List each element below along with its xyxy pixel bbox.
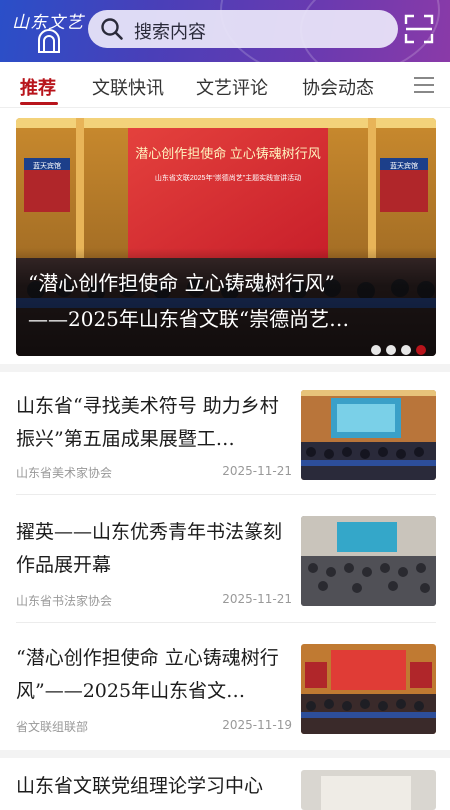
stage-title: 潜心创作担使命 立心铸魂树行风 [135,146,321,161]
news-title: 山东省文联党组理论学习中心 [16,775,264,797]
news-source: 山东省书法家协会 [16,594,113,608]
app-logo[interactable]: 山东文艺 [12,6,84,56]
side-sign-right: 蓝天宾馆 [390,161,418,170]
tab-art-review[interactable]: 文艺评论 [196,74,268,100]
tab-recommend[interactable]: 推荐 [20,74,56,100]
divider [16,622,436,623]
news-date: 2025-11-21 [222,592,292,606]
carousel-dot-active[interactable] [416,345,426,355]
news-item[interactable]: 山东省文联党组理论学习中心 [0,758,450,810]
tab-association-news[interactable]: 协会动态 [302,74,374,100]
news-date: 2025-11-19 [222,718,292,732]
banner-caption-line1: “潜心创作担使命 立心铸魂树行风” [28,271,335,295]
news-thumbnail [301,390,436,480]
app-header: 山东文艺 搜索内容 [0,0,450,62]
search-bar[interactable]: 搜索内容 [88,10,398,48]
tab-federation-news[interactable]: 文联快讯 [92,74,164,100]
news-title: 山东省“寻找美术符号 助力乡村振兴”第五届成果展暨工… [16,395,279,450]
category-tabs: 推荐 文联快讯 文艺评论 协会动态 [0,62,450,108]
news-source: 省文联组联部 [16,720,89,734]
carousel-indicator [366,340,426,355]
news-thumbnail [301,770,436,810]
menu-icon[interactable] [412,74,436,96]
news-thumbnail [301,644,436,734]
news-title: “潜心创作担使命 立心铸魂树行风”——2025年山东省文… [16,647,279,702]
banner-caption-line2: ——2025年山东省文联“崇德尚艺… [28,307,350,331]
news-thumbnail [301,516,436,606]
news-date: 2025-11-21 [222,464,292,478]
stage-subtitle: 山东省文联2025年“崇德尚艺”主题实践宣讲活动 [155,173,301,182]
carousel-dot[interactable] [401,345,411,355]
carousel-dot[interactable] [386,345,396,355]
active-tab-indicator [20,102,58,105]
emblem-icon [38,29,60,53]
news-item[interactable]: 擢英——山东优秀青年书法篆刻作品展开幕 山东省书法家协会 2025-11-21 [0,498,450,622]
news-title: 擢英——山东优秀青年书法篆刻作品展开幕 [16,521,283,576]
carousel-dot[interactable] [371,345,381,355]
news-item[interactable]: “潜心创作担使命 立心铸魂树行风”——2025年山东省文… 省文联组联部 202… [0,624,450,750]
divider [16,494,436,495]
featured-banner[interactable]: 潜心创作担使命 立心铸魂树行风 山东省文联2025年“崇德尚艺”主题实践宣讲活动… [16,118,436,356]
section-separator [0,750,450,758]
news-item[interactable]: 山东省“寻找美术符号 助力乡村振兴”第五届成果展暨工… 山东省美术家协会 202… [0,372,450,494]
scan-icon[interactable] [404,14,434,44]
side-sign-left: 蓝天宾馆 [33,161,61,170]
news-source: 山东省美术家协会 [16,466,113,480]
section-separator [0,364,450,372]
search-placeholder: 搜索内容 [134,22,206,43]
search-icon [101,18,123,40]
